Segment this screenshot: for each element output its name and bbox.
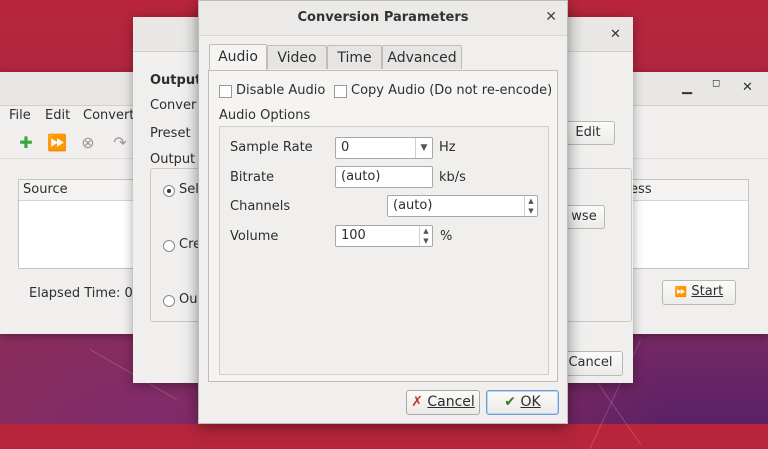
output-heading: Output — [150, 73, 202, 88]
stop-icon[interactable]: ⊗ — [79, 134, 97, 152]
start-all-icon[interactable]: ⏩ — [47, 134, 67, 152]
audio-options-label: Audio Options — [219, 108, 311, 123]
ok-label: OK — [520, 394, 541, 410]
channels-value: (auto) — [393, 198, 433, 213]
start-label: Start — [691, 284, 724, 299]
dialog-titlebar: Conversion Parameters ✕ — [199, 1, 567, 36]
source-column-header[interactable]: Source — [19, 180, 134, 201]
close-icon[interactable]: ✕ — [742, 80, 753, 95]
dialog-title: Conversion Parameters — [297, 10, 469, 25]
spin-arrows-icon[interactable]: ▲ ▼ — [524, 196, 537, 216]
sample-rate-label: Sample Rate — [230, 140, 313, 155]
spin-arrows-icon[interactable]: ▲ ▼ — [419, 226, 432, 246]
progress-column-header[interactable]: ress — [621, 180, 748, 201]
source-list[interactable]: Source — [18, 179, 135, 269]
audio-tab-pane: Disable Audio Copy Audio (Do not re-enco… — [208, 70, 558, 382]
radio-output-folder[interactable] — [163, 295, 175, 307]
channels-label: Channels — [230, 199, 291, 214]
disable-audio-checkbox[interactable] — [219, 85, 232, 98]
elapsed-time-label: Elapsed Time: 0 h — [29, 286, 146, 301]
cancel-button[interactable]: ✗ Cancel — [406, 390, 480, 415]
bitrate-field[interactable]: (auto) — [335, 166, 433, 188]
volume-value: 100 — [341, 228, 366, 243]
redo-icon[interactable]: ↷ — [111, 134, 129, 152]
channels-spinbox[interactable]: (auto) ▲ ▼ — [387, 195, 538, 217]
maximize-icon[interactable]: ◻ — [712, 78, 720, 89]
menu-file[interactable]: File — [9, 108, 31, 123]
copy-audio-checkbox[interactable] — [334, 85, 347, 98]
bitrate-value: (auto) — [341, 169, 381, 184]
tab-video[interactable]: Video — [267, 45, 327, 69]
bitrate-unit: kb/s — [439, 170, 466, 185]
menu-edit[interactable]: Edit — [45, 108, 70, 123]
radio-same-folder[interactable] — [163, 185, 175, 197]
browse-button[interactable]: wse — [563, 205, 605, 229]
volume-label: Volume — [230, 229, 279, 244]
start-icon: ⏩ — [674, 287, 688, 298]
edit-label: Edit — [575, 125, 601, 140]
minimize-icon[interactable]: ▁ — [682, 80, 692, 95]
start-button[interactable]: ⏩ Start — [662, 280, 736, 305]
output-label: Output — [150, 152, 196, 167]
sample-rate-combo[interactable]: 0 ▼ — [335, 137, 433, 159]
close-icon[interactable]: ✕ — [545, 9, 557, 25]
conversion-parameters-dialog: Conversion Parameters ✕ Audio Video Time… — [198, 0, 568, 424]
cancel-icon: ✗ — [411, 394, 423, 410]
cancel-label: Cancel — [427, 394, 475, 410]
browse-label: wse — [571, 209, 597, 224]
sample-rate-unit: Hz — [439, 140, 456, 155]
edit-button[interactable]: Edit — [561, 121, 615, 145]
chevron-down-icon[interactable]: ▼ — [415, 138, 432, 158]
volume-unit: % — [440, 229, 453, 244]
audio-options-group: Sample Rate 0 ▼ Hz Bitrate (auto) kb/s C… — [219, 126, 549, 375]
progress-list[interactable]: ress — [620, 179, 749, 269]
menu-convert[interactable]: Convert — [83, 108, 134, 123]
ok-button[interactable]: ✔ OK — [486, 390, 559, 415]
tab-time[interactable]: Time — [327, 45, 382, 69]
close-icon[interactable]: ✕ — [610, 27, 621, 42]
output-cancel-label: Cancel — [568, 355, 613, 370]
tab-audio[interactable]: Audio — [209, 44, 267, 70]
volume-spinbox[interactable]: 100 ▲ ▼ — [335, 225, 433, 247]
sample-rate-value: 0 — [341, 140, 350, 155]
preset-label: Preset — [150, 126, 191, 141]
add-icon[interactable]: ✚ — [17, 134, 35, 152]
radio-output-folder-label: Ou — [179, 292, 198, 307]
disable-audio-label: Disable Audio — [236, 83, 326, 98]
tab-advanced[interactable]: Advanced — [382, 45, 462, 69]
ok-icon: ✔ — [504, 394, 517, 410]
radio-same-folder-label: Sel — [179, 182, 199, 197]
radio-create-folder[interactable] — [163, 240, 175, 252]
bitrate-label: Bitrate — [230, 170, 275, 185]
convert-label: Conver — [150, 98, 197, 113]
copy-audio-label: Copy Audio (Do not re-encode) — [351, 83, 553, 98]
